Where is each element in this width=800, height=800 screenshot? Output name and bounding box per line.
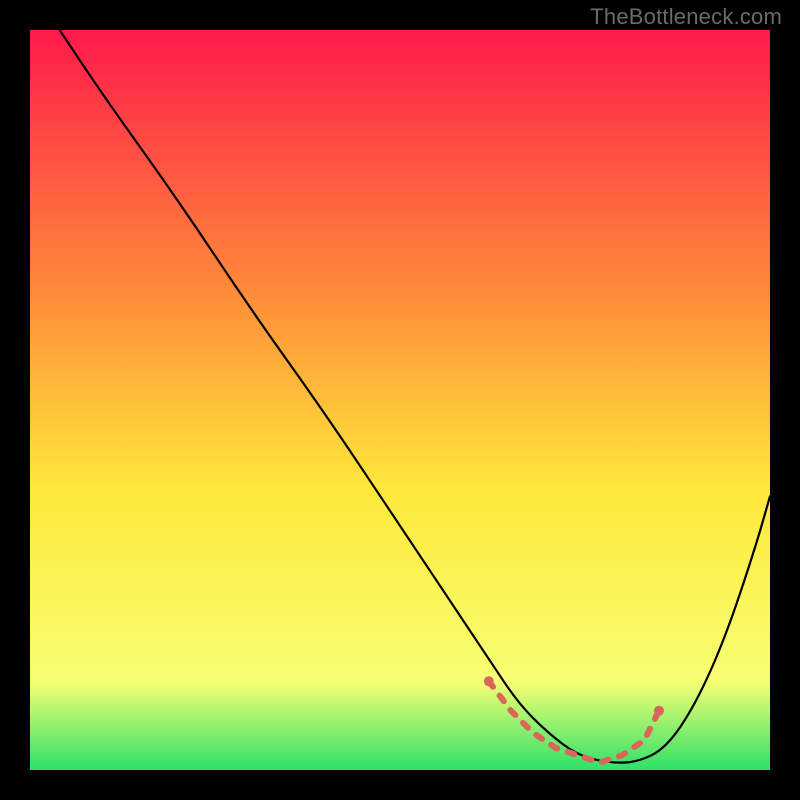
attribution-text: TheBottleneck.com — [590, 4, 782, 30]
optimal-range-endpoint — [654, 706, 664, 716]
chart-stage: TheBottleneck.com — [0, 0, 800, 800]
chart-svg — [30, 30, 770, 770]
optimal-range-endpoint — [484, 676, 494, 686]
gradient-background — [30, 30, 770, 770]
plot-area — [30, 30, 770, 770]
